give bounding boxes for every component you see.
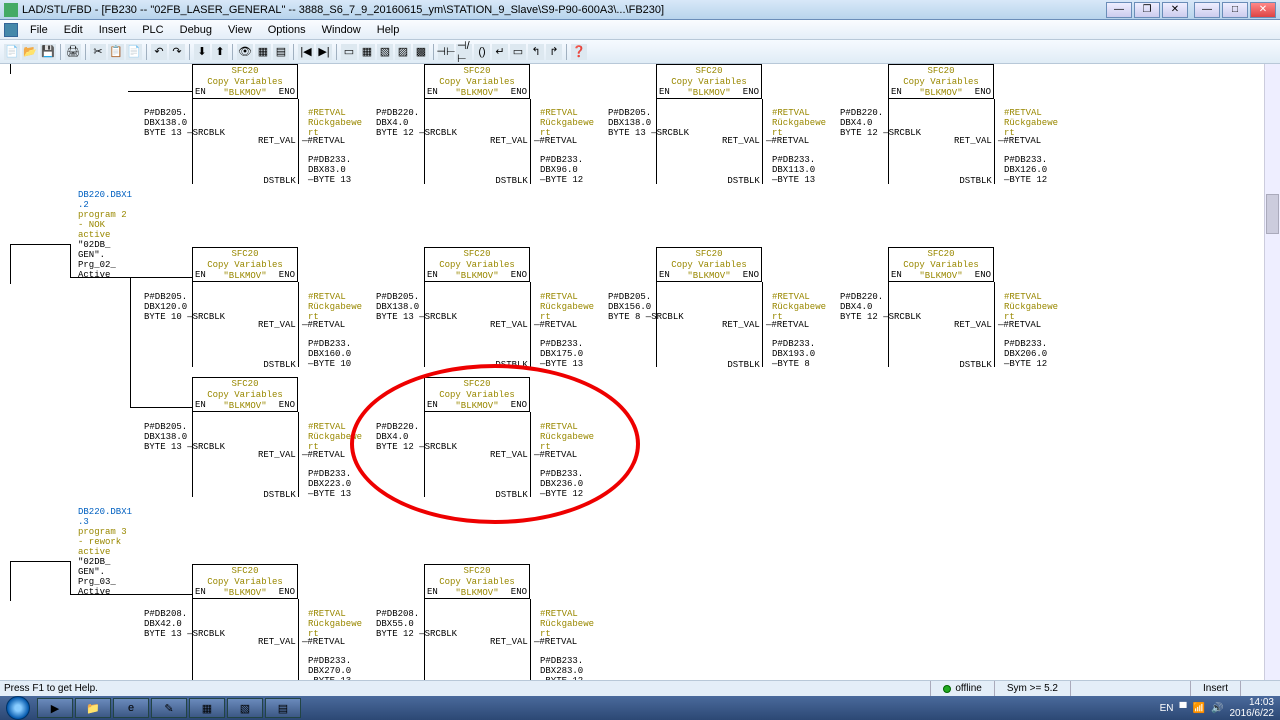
branch-label: DB220.DBX1 .2 program 2 - NOK active "02… bbox=[78, 190, 132, 280]
status-help: Press F1 to get Help. bbox=[0, 683, 930, 694]
mdi-minimize-button[interactable]: — bbox=[1106, 2, 1132, 18]
tool-logic3[interactable]: () bbox=[474, 44, 490, 60]
tool-monitor[interactable]: 👁 bbox=[237, 44, 253, 60]
start-button[interactable] bbox=[6, 696, 30, 720]
window-buttons: — □ ✕ bbox=[1194, 2, 1276, 18]
tray-vol-icon: 🔊 bbox=[1211, 703, 1223, 714]
tray-lang[interactable]: EN bbox=[1160, 703, 1174, 714]
mdi-buttons: — ❐ ✕ bbox=[1106, 2, 1188, 18]
tray-time[interactable]: 14:03 bbox=[1249, 697, 1274, 708]
tool-logic5[interactable]: ▭ bbox=[510, 44, 526, 60]
tool-view3[interactable]: ▧ bbox=[377, 44, 393, 60]
menu-help[interactable]: Help bbox=[369, 22, 408, 38]
statusbar: Press F1 to get Help. offline Sym >= 5.2… bbox=[0, 680, 1280, 696]
tool-new[interactable]: 📄 bbox=[4, 44, 20, 60]
menu-plc[interactable]: PLC bbox=[134, 22, 171, 38]
scroll-thumb[interactable] bbox=[1266, 194, 1279, 234]
tool-logic6[interactable]: ↰ bbox=[528, 44, 544, 60]
tool-copy[interactable]: 📋 bbox=[108, 44, 124, 60]
tool-view1[interactable]: ▭ bbox=[341, 44, 357, 60]
status-connection: offline bbox=[930, 681, 994, 696]
tool-whatsthis[interactable]: ❓ bbox=[571, 44, 587, 60]
diagram-canvas[interactable]: SFC20Copy Variables"BLKMOV" EN ENO SFC20… bbox=[0, 64, 1280, 680]
menu-window[interactable]: Window bbox=[314, 22, 369, 38]
tool-undo[interactable]: ↶ bbox=[151, 44, 167, 60]
sfc-block[interactable]: SFC20Copy Variables"BLKMOV" ENENO bbox=[192, 564, 298, 599]
task-ie[interactable]: e bbox=[113, 698, 149, 718]
io-text: P#DB205.DBX138.0BYTE 13 —SRCBLK bbox=[144, 108, 225, 138]
tool-view2[interactable]: ▦ bbox=[359, 44, 375, 60]
tool-print[interactable]: 🖨 bbox=[65, 44, 81, 60]
menu-file[interactable]: File bbox=[22, 22, 56, 38]
sfc-block[interactable]: SFC20Copy Variables"BLKMOV" ENENO bbox=[888, 247, 994, 282]
task-app1[interactable]: ✎ bbox=[151, 698, 187, 718]
menu-icon bbox=[4, 23, 18, 37]
sfc-block[interactable]: SFC20Copy Variables"BLKMOV" ENENO bbox=[656, 247, 762, 282]
sfc-block[interactable]: SFC20Copy Variables"BLKMOV" ENENO bbox=[424, 64, 530, 99]
tool-logic1[interactable]: ⊣⊢ bbox=[438, 44, 454, 60]
tool-block[interactable]: ▦ bbox=[255, 44, 271, 60]
sfc-block[interactable]: SFC20Copy Variables"BLKMOV" ENENO bbox=[656, 64, 762, 99]
tool-save[interactable]: 💾 bbox=[40, 44, 56, 60]
menu-view[interactable]: View bbox=[220, 22, 260, 38]
titlebar-text: LAD/STL/FBD - [FB230 -- "02FB_LASER_GENE… bbox=[22, 4, 1106, 16]
close-button[interactable]: ✕ bbox=[1250, 2, 1276, 18]
mdi-close-button[interactable]: ✕ bbox=[1162, 2, 1188, 18]
sfc-block[interactable]: SFC20Copy Variables"BLKMOV" ENENO bbox=[424, 247, 530, 282]
tool-upload[interactable]: ⬆ bbox=[212, 44, 228, 60]
tool-cut[interactable]: ✂ bbox=[90, 44, 106, 60]
tool-nav1[interactable]: |◀ bbox=[298, 44, 314, 60]
tray-date[interactable]: 2016/6/22 bbox=[1230, 708, 1275, 719]
tool-paste[interactable]: 📄 bbox=[126, 44, 142, 60]
mdi-restore-button[interactable]: ❐ bbox=[1134, 2, 1160, 18]
task-simatic[interactable]: ▦ bbox=[189, 698, 225, 718]
tool-logic2[interactable]: ⊣/⊢ bbox=[456, 44, 472, 60]
task-explorer[interactable]: 📁 bbox=[75, 698, 111, 718]
branch-label: DB220.DBX1 .3 program 3 - rework active … bbox=[78, 507, 132, 597]
menu-debug[interactable]: Debug bbox=[172, 22, 220, 38]
vertical-scrollbar[interactable] bbox=[1264, 64, 1280, 680]
status-sym: Sym >= 5.2 bbox=[994, 681, 1070, 696]
status-dot-icon bbox=[943, 685, 951, 693]
menu-edit[interactable]: Edit bbox=[56, 22, 91, 38]
maximize-button[interactable]: □ bbox=[1222, 2, 1248, 18]
status-mode: Insert bbox=[1190, 681, 1240, 696]
taskbar: ▶ 📁 e ✎ ▦ ▧ ▤ EN ▀ 📶 🔊 14:032016/6/22 bbox=[0, 696, 1280, 720]
tool-open[interactable]: 📂 bbox=[22, 44, 38, 60]
tool-logic4[interactable]: ↵ bbox=[492, 44, 508, 60]
system-tray[interactable]: EN ▀ 📶 🔊 14:032016/6/22 bbox=[1160, 697, 1280, 719]
tool-view5[interactable]: ▩ bbox=[413, 44, 429, 60]
task-app2[interactable]: ▧ bbox=[227, 698, 263, 718]
sfc-block[interactable]: SFC20Copy Variables"BLKMOV" ENENO bbox=[888, 64, 994, 99]
task-wmp[interactable]: ▶ bbox=[37, 698, 73, 718]
menu-insert[interactable]: Insert bbox=[91, 22, 135, 38]
tray-flag-icon: ▀ bbox=[1180, 703, 1187, 714]
sfc-block[interactable]: SFC20Copy Variables"BLKMOV" ENENO bbox=[192, 377, 298, 412]
task-app3[interactable]: ▤ bbox=[265, 698, 301, 718]
menu-options[interactable]: Options bbox=[260, 22, 314, 38]
sfc-block[interactable]: SFC20Copy Variables"BLKMOV" EN ENO bbox=[192, 64, 298, 99]
sfc-block[interactable]: SFC20Copy Variables"BLKMOV" ENENO bbox=[424, 377, 530, 412]
sfc-block[interactable]: SFC20Copy Variables"BLKMOV" ENENO bbox=[424, 564, 530, 599]
tool-view4[interactable]: ▨ bbox=[395, 44, 411, 60]
titlebar: LAD/STL/FBD - [FB230 -- "02FB_LASER_GENE… bbox=[0, 0, 1280, 20]
toolbar: 📄 📂 💾 🖨 ✂ 📋 📄 ↶ ↷ ⬇ ⬆ 👁 ▦ ▤ |◀ ▶| ▭ ▦ ▧ … bbox=[0, 40, 1280, 64]
app-icon bbox=[4, 3, 18, 17]
tool-detail[interactable]: ▤ bbox=[273, 44, 289, 60]
tool-logic7[interactable]: ↱ bbox=[546, 44, 562, 60]
menubar: File Edit Insert PLC Debug View Options … bbox=[0, 20, 1280, 40]
tool-redo[interactable]: ↷ bbox=[169, 44, 185, 60]
tool-download[interactable]: ⬇ bbox=[194, 44, 210, 60]
minimize-button[interactable]: — bbox=[1194, 2, 1220, 18]
tool-nav2[interactable]: ▶| bbox=[316, 44, 332, 60]
sfc-block[interactable]: SFC20Copy Variables"BLKMOV" ENENO bbox=[192, 247, 298, 282]
tray-net-icon: 📶 bbox=[1193, 703, 1205, 714]
